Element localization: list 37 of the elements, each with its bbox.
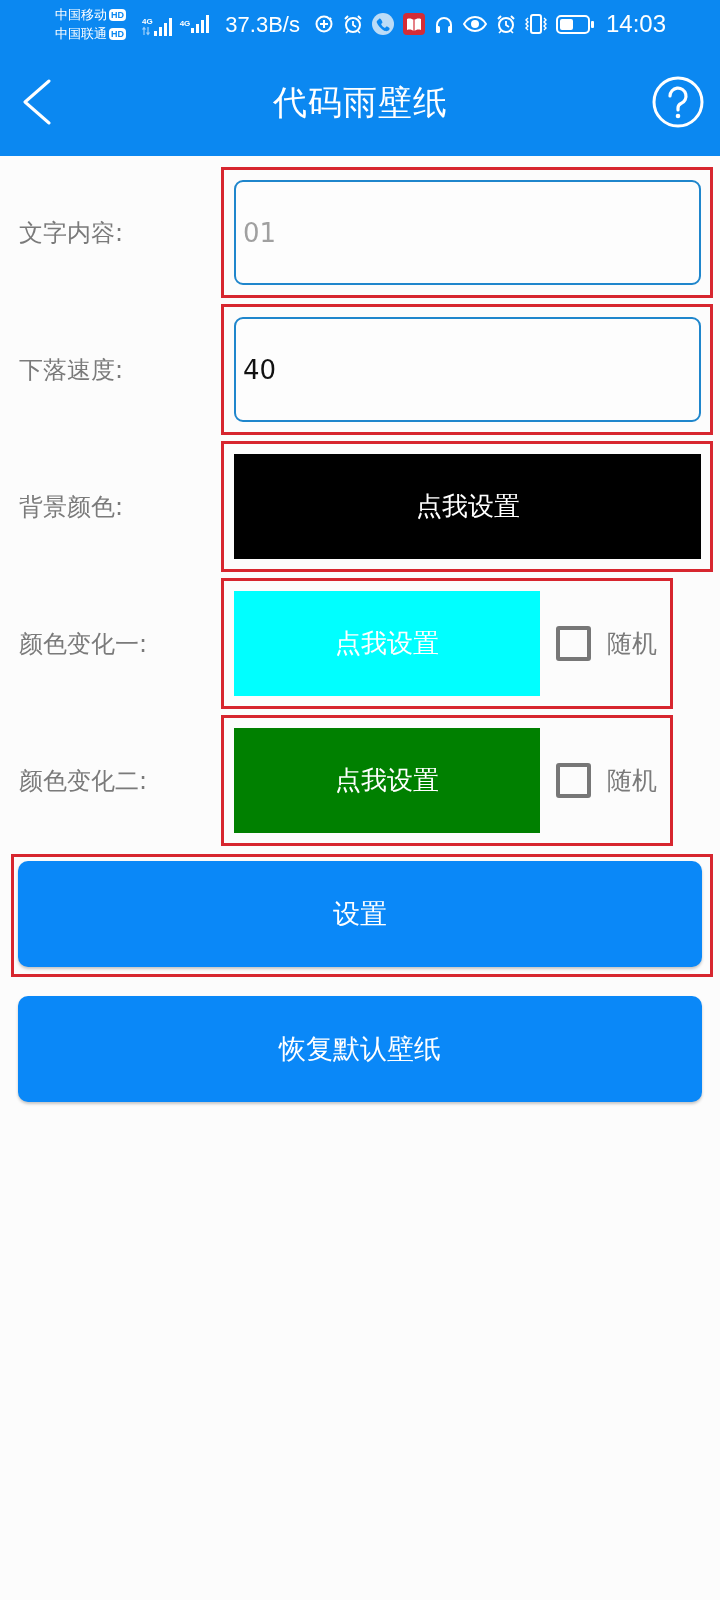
carrier-name: 中国联通 [55, 25, 107, 43]
help-icon [652, 76, 704, 128]
input-field[interactable]: 40 [234, 317, 701, 422]
network-speed: 37.3B/s [225, 10, 300, 39]
screen-title: 代码雨壁纸 [271, 80, 449, 124]
clock-time: 14:03 [605, 9, 666, 39]
color-picker-button[interactable]: 点我设置 [234, 454, 701, 559]
eye-icon [462, 14, 487, 34]
signal-icon [153, 17, 172, 36]
alarm-clock-icon [342, 14, 363, 34]
field-label: 颜色变化一: [19, 629, 148, 658]
input-field[interactable]: 01 [234, 180, 701, 285]
phone-icon [371, 13, 394, 35]
field-label: 文字内容: [19, 218, 124, 247]
checkbox-label: 随机 [607, 627, 657, 660]
checkbox-label: 随机 [607, 764, 657, 797]
carrier-name: 中国移动 [55, 6, 107, 24]
network-type-label: 4G [142, 16, 153, 26]
action-button[interactable]: 设置 [18, 861, 702, 967]
action-button[interactable]: 恢复默认壁纸 [18, 996, 702, 1102]
checkbox[interactable] [556, 763, 591, 798]
field-label: 背景颜色: [19, 492, 124, 521]
plus-circle-icon [313, 14, 334, 34]
color-picker-button[interactable]: 点我设置 [234, 728, 540, 833]
alarm-clock-icon [495, 14, 516, 34]
vibrate-icon [524, 14, 547, 34]
hd-badge: HD [109, 27, 126, 40]
book-icon [402, 13, 425, 35]
battery-icon [555, 14, 594, 34]
headphones-icon [433, 14, 454, 34]
back-chevron-icon [22, 79, 52, 125]
hd-badge: HD [109, 8, 126, 21]
field-label: 下落速度: [19, 355, 124, 384]
signal-icon [191, 15, 210, 33]
field-label: 颜色变化二: [19, 766, 148, 795]
checkbox[interactable] [556, 626, 591, 661]
network-type-label: 4G [179, 19, 191, 28]
